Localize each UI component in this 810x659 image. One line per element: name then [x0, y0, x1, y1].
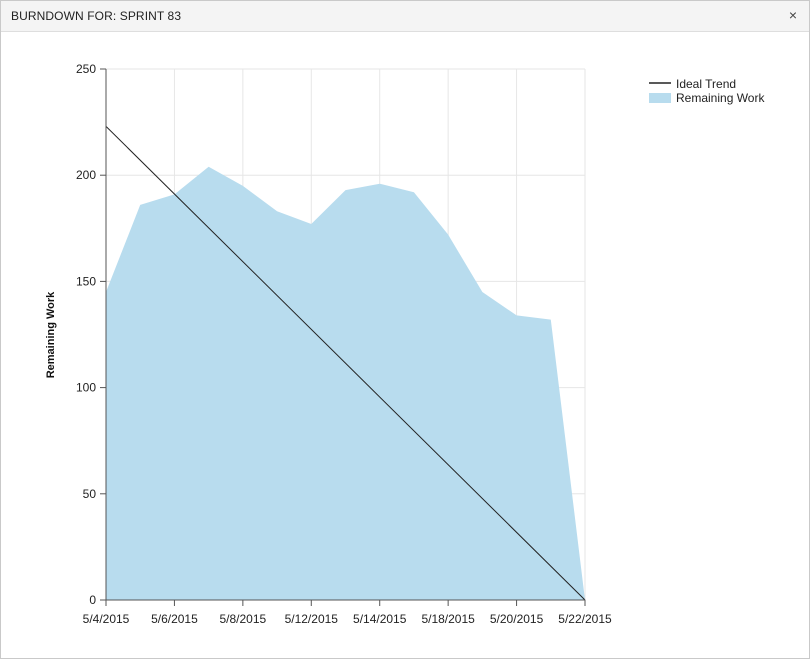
- burndown-chart: 0 50 100 150 200 250 5/4/2015 5/6/2015 5/8/2015…: [45, 62, 765, 626]
- legend-remaining-work-label: Remaining Work: [676, 91, 765, 105]
- y-axis-ticks: 0 50 100 150 200 250: [76, 62, 106, 607]
- x-tick-label: 5/12/2015: [285, 612, 339, 626]
- x-axis-ticks: 5/4/2015 5/6/2015 5/8/2015 5/12/2015 5/14/20…: [83, 600, 612, 626]
- x-tick-label: 5/20/2015: [490, 612, 544, 626]
- x-tick-label: 5/4/2015: [83, 612, 130, 626]
- x-tick-label: 5/8/2015: [219, 612, 266, 626]
- y-axis-label: Remaining Work: [45, 291, 57, 378]
- x-tick-label: 5/22/2015: [558, 612, 612, 626]
- chart-legend: Ideal Trend Remaining Work: [649, 77, 765, 105]
- legend-remaining-work-swatch: [649, 93, 671, 103]
- y-tick-label: 0: [89, 593, 96, 607]
- x-tick-label: 5/18/2015: [421, 612, 475, 626]
- legend-ideal-trend-label: Ideal Trend: [676, 77, 736, 91]
- y-tick-label: 200: [76, 168, 96, 182]
- x-tick-label: 5/6/2015: [151, 612, 198, 626]
- y-tick-label: 250: [76, 62, 96, 76]
- y-tick-label: 50: [83, 487, 97, 501]
- remaining-work-area: [106, 166, 585, 601]
- x-tick-label: 5/14/2015: [353, 612, 407, 626]
- y-tick-label: 100: [76, 381, 96, 395]
- y-tick-label: 150: [76, 274, 96, 288]
